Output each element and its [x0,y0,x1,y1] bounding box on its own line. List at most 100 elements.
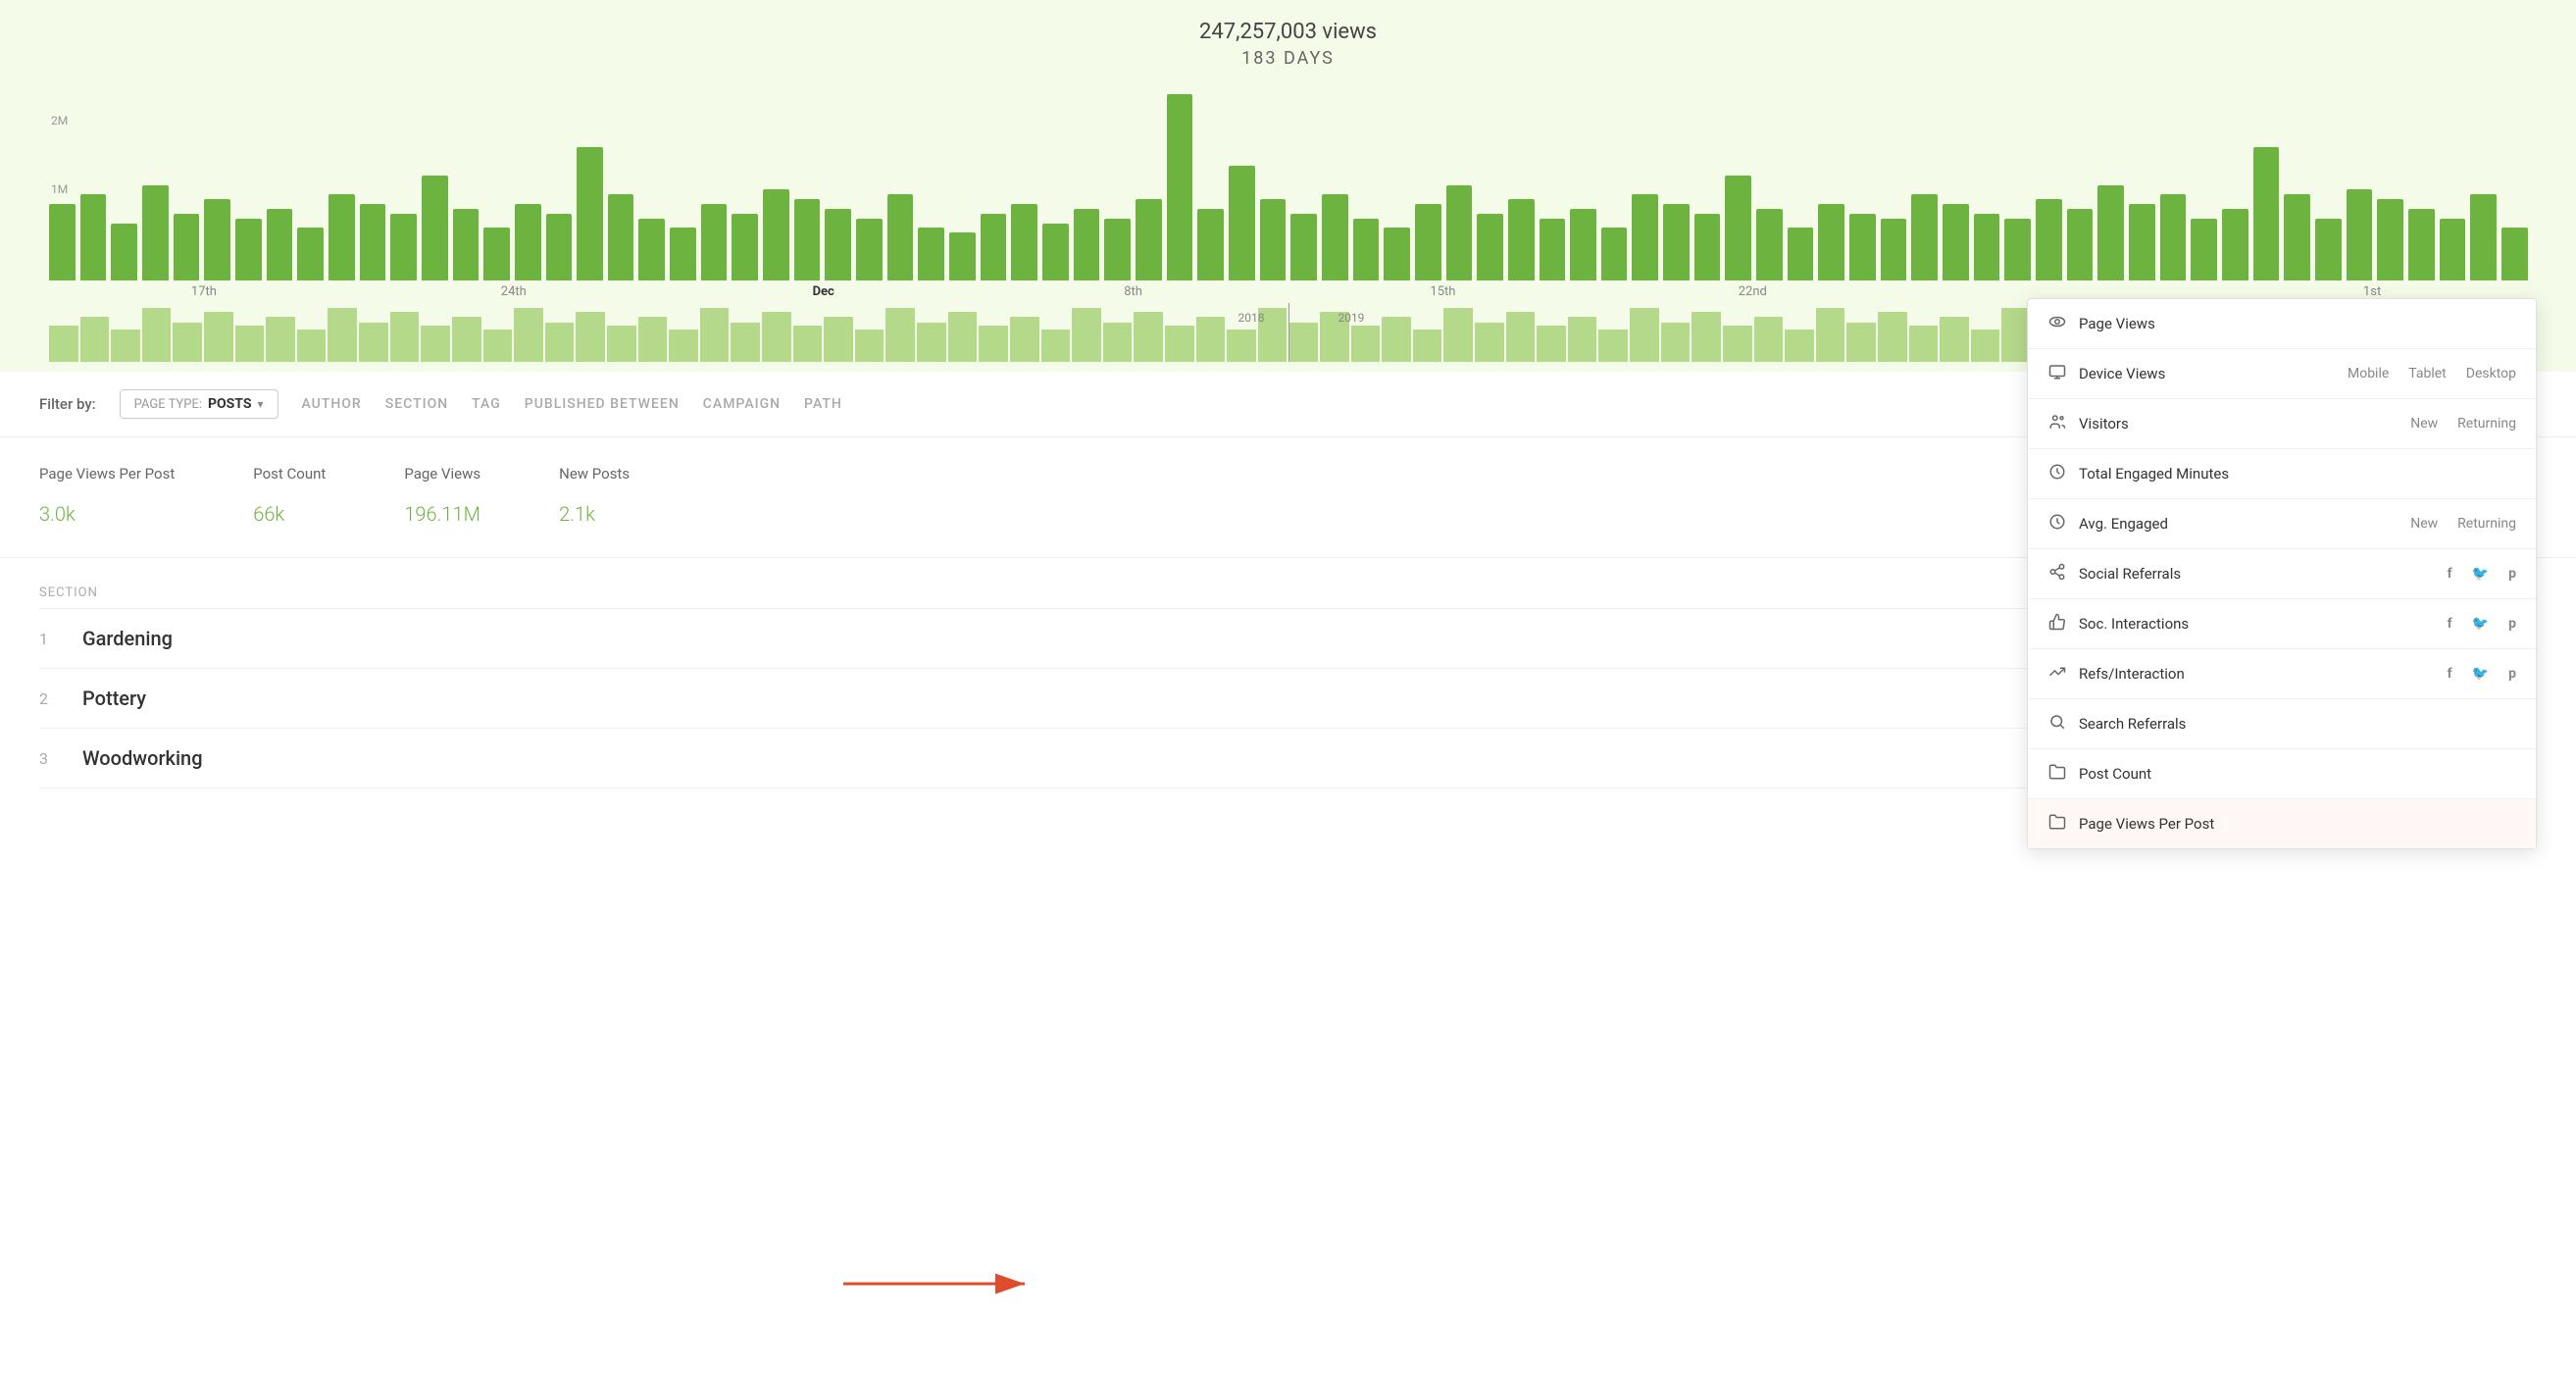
filter-campaign[interactable]: CAMPAIGN [703,396,781,412]
sub-option[interactable]: New [2410,516,2438,532]
mini-bar [452,317,481,362]
filter-tag[interactable]: TAG [472,396,501,412]
social-icon[interactable]: p [2508,666,2516,682]
x-label-6 [1907,284,2217,299]
social-icon[interactable]: p [2508,566,2516,582]
dropdown-item-total-engaged[interactable]: Total Engaged Minutes [2028,449,2536,499]
stat-value-0: 3.0k [39,488,175,530]
sub-option[interactable]: Mobile [2348,366,2389,381]
sub-option[interactable]: Returning [2457,416,2516,432]
bar [297,228,324,280]
bar [235,219,262,280]
bar [80,194,107,280]
bar [670,228,696,280]
dropdown-item-icon-avg-engaged [2047,513,2067,534]
bar [2222,209,2248,280]
row-number: 2 [39,689,63,708]
bar [856,219,883,280]
bar [1911,194,1938,280]
social-icon[interactable]: 🐦 [2472,666,2489,682]
mini-bar [979,326,1008,362]
mini-bar [1134,312,1163,362]
row-section-name: Woodworking [82,746,203,770]
mini-bar [142,308,172,362]
mini-bar [1909,326,1939,362]
dropdown-item-page-views-per-post[interactable]: Page Views Per Post [2028,799,2536,848]
filter-path[interactable]: PATH [804,396,842,412]
mini-bar [917,323,946,362]
bar [1229,166,1255,280]
sub-option[interactable]: Returning [2457,516,2516,532]
bar [1011,204,1037,280]
bar [390,214,417,280]
page-type-select[interactable]: PAGE TYPE: POSTS ▾ [120,389,278,419]
mini-bar [824,317,853,362]
bar [1508,199,1535,280]
mini-bar [762,312,791,362]
social-icon[interactable]: f [2448,616,2452,632]
bar [763,189,789,280]
dropdown-item-icon-refs-interaction [2047,663,2067,685]
filter-author[interactable]: AUTHOR [302,396,362,412]
bar [483,228,510,280]
mini-bar [1971,330,2000,362]
dropdown-item-avg-engaged[interactable]: Avg. Engaged NewReturning [2028,499,2536,549]
row-number: 3 [39,749,63,768]
filter-section[interactable]: SECTION [385,396,448,412]
dropdown-item-label-soc-interactions: Soc. Interactions [2079,615,2436,633]
social-icon[interactable]: p [2508,616,2516,632]
sub-option[interactable]: Desktop [2466,366,2516,381]
social-icon[interactable]: 🐦 [2472,566,2489,582]
bar [2377,199,2403,280]
bar [1260,199,1287,280]
mini-bar [1940,317,1969,362]
dropdown-item-social-referrals[interactable]: Social Referrals f🐦p [2028,549,2536,599]
bar [1042,224,1069,280]
mini-bar [1598,330,1628,362]
filter-published-between[interactable]: PUBLISHED BETWEEN [525,396,680,412]
bar [1322,194,1348,280]
dropdown-item-label-device-views: Device Views [2079,365,2336,382]
dropdown-item-label-post-count: Post Count [2079,765,2516,783]
dropdown-item-icon-search-referrals [2047,713,2067,735]
mini-bar [1537,326,1566,362]
mini-bar [1288,323,1318,362]
mini-bar [885,308,915,362]
bar [1353,219,1380,280]
dropdown-item-visitors[interactable]: Visitors NewReturning [2028,399,2536,449]
social-icon[interactable]: f [2448,666,2452,682]
bar [1477,214,1503,280]
dropdown-item-post-count[interactable]: Post Count [2028,749,2536,799]
mini-bar [1196,317,1226,362]
dropdown-item-label-total-engaged: Total Engaged Minutes [2079,465,2516,483]
dropdown-item-refs-interaction[interactable]: Refs/Interaction f🐦p [2028,649,2536,699]
bar [608,194,634,280]
chart-wrapper: 2M 1M [39,84,2537,280]
x-label-3: 8th [979,284,1288,299]
dropdown-item-soc-interactions[interactable]: Soc. Interactions f 🐦 p [2028,599,2536,649]
mini-bar [1506,312,1536,362]
stat-page-views: Page Views 196.11M [404,465,480,530]
mini-bar [731,323,760,362]
bar [1725,176,1751,280]
mini-bar [204,312,233,362]
bar [1074,209,1100,280]
mini-bar [1846,323,1876,362]
bar [1446,185,1473,280]
mini-bar [1165,326,1194,362]
dropdown-item-device-views[interactable]: Device Views Mobile Tablet Desktop [2028,349,2536,399]
mini-bar [328,308,357,362]
dropdown-item-search-referrals[interactable]: Search Referrals [2028,699,2536,749]
bar [1290,214,1317,280]
sub-option[interactable]: Tablet [2408,366,2446,381]
bar [2501,228,2528,280]
bar [2284,194,2310,280]
bar [1974,214,2000,280]
mini-bar [1443,308,1473,362]
sub-option[interactable]: New [2410,416,2438,432]
social-icon[interactable]: f [2448,566,2452,582]
year-2019: 2019 [1338,311,1364,325]
social-icon[interactable]: 🐦 [2472,616,2489,632]
dropdown-item-page-views[interactable]: Page Views [2028,299,2536,349]
mini-bar [576,312,605,362]
